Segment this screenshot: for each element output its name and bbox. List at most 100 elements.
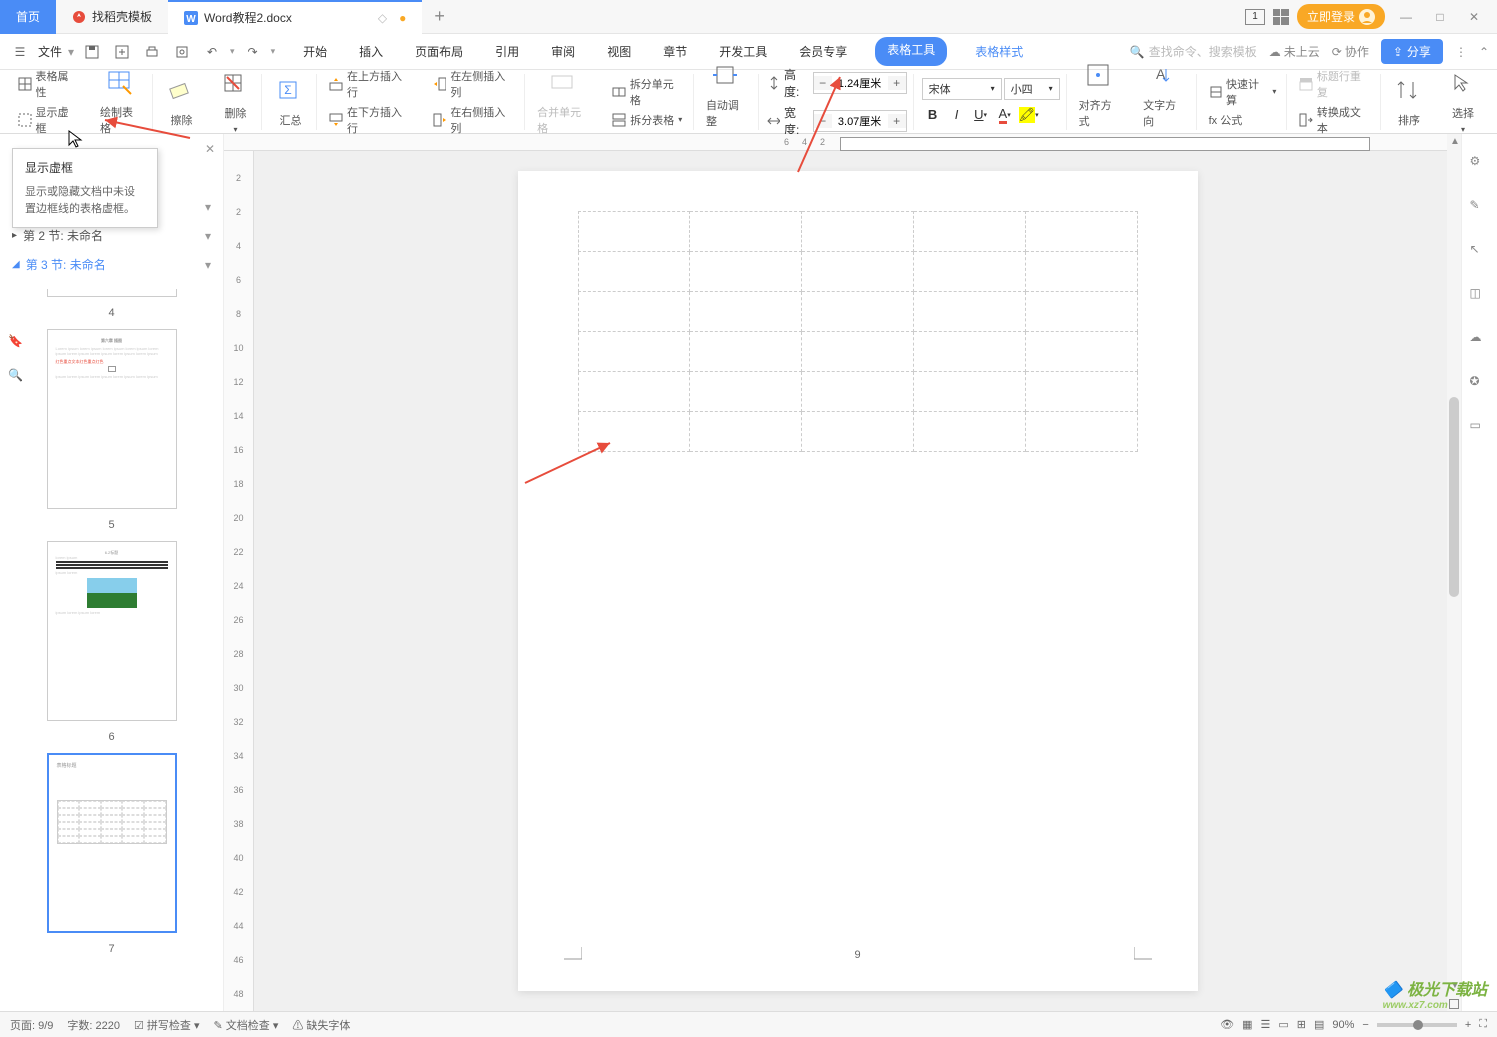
status-fullscreen-icon[interactable]: ⛶ <box>1479 1018 1487 1031</box>
menu-hamburger-icon[interactable]: ☰ <box>8 40 32 64</box>
maximize-button[interactable]: □ <box>1427 4 1453 30</box>
fast-calc-button[interactable]: 快速计算▾ <box>1205 74 1281 110</box>
save-icon[interactable] <box>80 40 104 64</box>
width-input[interactable] <box>832 115 888 127</box>
tab-document[interactable]: W Word教程2.docx ◇ ● <box>168 0 422 34</box>
minimize-button[interactable]: — <box>1393 4 1419 30</box>
italic-button[interactable]: I <box>946 104 968 126</box>
status-zoom[interactable]: 90% <box>1332 1019 1354 1031</box>
status-page[interactable]: 页面: 9/9 <box>10 1017 53 1033</box>
apps-icon[interactable] <box>1273 9 1289 25</box>
rt-settings-icon[interactable]: ⚙ <box>1470 154 1490 174</box>
width-spinner[interactable]: −+ <box>813 110 907 132</box>
zoom-slider[interactable] <box>1377 1023 1457 1027</box>
zoom-out-button[interactable]: − <box>1362 1019 1368 1031</box>
thumbnail-6[interactable]: 6.2标题lorem ipsumipsum loremipsum lorem i… <box>47 541 177 721</box>
insert-row-above-button[interactable]: 在上方插入行 <box>325 66 414 102</box>
delete-button[interactable]: 删除▾ <box>215 67 255 136</box>
eraser-button[interactable]: 擦除 <box>161 74 201 130</box>
summary-button[interactable]: Σ汇总 <box>270 74 310 130</box>
split-cells-button[interactable]: 拆分单元格 <box>608 74 687 110</box>
rt-panel-icon[interactable]: ▭ <box>1470 418 1490 438</box>
status-view-1-icon[interactable]: ▦ <box>1242 1018 1252 1031</box>
search-nav-icon[interactable]: 🔍 <box>8 368 23 382</box>
convert-text-button[interactable]: 转换成文本 <box>1295 102 1374 138</box>
select-button[interactable]: 选择▾ <box>1443 67 1483 136</box>
autofit-button[interactable]: 自动调整▾ <box>702 59 752 144</box>
rt-cloud-icon[interactable]: ☁ <box>1470 330 1490 350</box>
align-button[interactable]: 对齐方式▾ <box>1075 59 1125 144</box>
status-words[interactable]: 字数: 2220 <box>67 1017 120 1033</box>
window-count-icon[interactable]: 1 <box>1245 9 1265 25</box>
menu-tab-view[interactable]: 视图 <box>603 37 635 66</box>
highlight-button[interactable]: 🖍▾ <box>1018 104 1040 126</box>
insert-row-below-button[interactable]: 在下方插入行 <box>325 102 414 138</box>
rt-cursor-icon[interactable]: ↖ <box>1470 242 1490 262</box>
status-view-3-icon[interactable]: ▭ <box>1278 1018 1288 1031</box>
menu-tab-member[interactable]: 会员专享 <box>795 37 851 66</box>
menu-tab-start[interactable]: 开始 <box>299 37 331 66</box>
collapse-ribbon-icon[interactable]: ⌃ <box>1479 45 1489 59</box>
menu-tab-review[interactable]: 审阅 <box>547 37 579 66</box>
tab-add-button[interactable]: + <box>422 6 457 27</box>
undo-icon[interactable]: ↶ <box>200 40 224 64</box>
tab-template[interactable]: 找稻壳模板 <box>56 0 168 34</box>
vertical-scrollbar[interactable]: ▲ ▼ <box>1447 134 1461 1011</box>
print-preview-icon[interactable] <box>170 40 194 64</box>
text-direction-button[interactable]: A文字方向▾ <box>1139 59 1189 144</box>
underline-button[interactable]: U▾ <box>970 104 992 126</box>
save-as-icon[interactable] <box>110 40 134 64</box>
status-view-4-icon[interactable]: ⊞ <box>1297 1018 1306 1031</box>
draw-table-button[interactable]: 绘制表格 <box>96 66 146 138</box>
tab-pin-icon[interactable]: ◇ <box>378 11 387 25</box>
rt-pen-icon[interactable]: ✎ <box>1470 198 1490 218</box>
font-name-select[interactable]: 宋体▾ <box>922 78 1002 100</box>
formula-button[interactable]: fx 公式 <box>1205 110 1247 130</box>
search-box[interactable]: 🔍 查找命令、搜索模板 <box>1130 43 1257 60</box>
height-input[interactable] <box>832 77 888 89</box>
menu-tab-table-tools[interactable]: 表格工具 <box>875 37 947 66</box>
rt-layers-icon[interactable]: ◫ <box>1470 286 1490 306</box>
redo-icon[interactable]: ↷ <box>241 40 265 64</box>
bookmark-icon[interactable]: 🔖 <box>8 334 23 348</box>
menu-tab-insert[interactable]: 插入 <box>355 37 387 66</box>
menu-tab-table-style[interactable]: 表格样式 <box>971 37 1027 66</box>
thumbnail-7[interactable]: 表格标题 <box>47 753 177 933</box>
nav-close-button[interactable]: ✕ <box>205 142 215 156</box>
menu-tab-ref[interactable]: 引用 <box>491 37 523 66</box>
share-button[interactable]: ⇪ 分享 <box>1381 39 1443 64</box>
font-size-select[interactable]: 小四▾ <box>1004 78 1060 100</box>
document-scroll[interactable]: 9 <box>254 151 1461 1011</box>
status-view-5-icon[interactable]: ▤ <box>1314 1018 1324 1031</box>
thumbnail-5[interactable]: 第六章 插图Lorem ipsum lorem ipsum lorem ipsu… <box>47 329 177 509</box>
status-view-2-icon[interactable]: ☰ <box>1260 1018 1270 1031</box>
insert-col-right-button[interactable]: 在右侧插入列 <box>429 102 518 138</box>
rt-help-icon[interactable]: ✪ <box>1470 374 1490 394</box>
file-menu[interactable]: 文件 <box>38 43 62 60</box>
font-color-button[interactable]: A▾ <box>994 104 1016 126</box>
bold-button[interactable]: B <box>922 104 944 126</box>
menu-tab-layout[interactable]: 页面布局 <box>411 37 467 66</box>
more-menu-icon[interactable]: ⋮ <box>1455 45 1467 59</box>
close-button[interactable]: ✕ <box>1461 4 1487 30</box>
insert-col-left-button[interactable]: 在左侧插入列 <box>429 66 518 102</box>
sort-button[interactable]: 排序 <box>1389 74 1429 130</box>
menu-tab-section[interactable]: 章节 <box>659 37 691 66</box>
nav-section-3[interactable]: ◢第 3 节: 未命名▾ <box>0 250 223 279</box>
status-spellcheck[interactable]: ☑ 拼写检查 ▾ <box>134 1017 200 1033</box>
cloud-status[interactable]: ☁ 未上云 <box>1269 43 1320 60</box>
zoom-in-button[interactable]: + <box>1465 1019 1471 1031</box>
document-table[interactable] <box>578 211 1138 452</box>
height-spinner[interactable]: −+ <box>813 72 907 94</box>
tab-home[interactable]: 首页 <box>0 0 56 34</box>
scrollbar-thumb[interactable] <box>1449 397 1459 597</box>
print-icon[interactable] <box>140 40 164 64</box>
login-button[interactable]: 立即登录 <box>1297 4 1385 29</box>
status-eye-icon[interactable]: 👁 <box>1220 1018 1234 1031</box>
split-table-button[interactable]: 拆分表格▾ <box>608 110 686 130</box>
document-page[interactable]: 9 <box>518 171 1198 991</box>
collab-button[interactable]: ⟳ 协作 <box>1332 43 1369 60</box>
status-contentcheck[interactable]: ✎ 文档检查 ▾ <box>214 1017 279 1033</box>
table-properties-button[interactable]: 表格属性 <box>14 66 82 102</box>
status-missing-font[interactable]: ⚠ 缺失字体 <box>292 1017 350 1033</box>
